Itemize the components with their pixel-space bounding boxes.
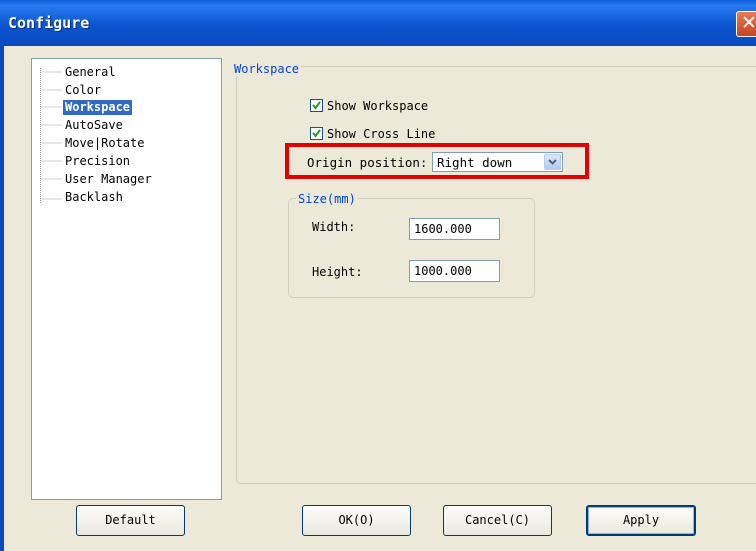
show-workspace-checkbox[interactable]: [310, 99, 323, 112]
tree-item-label: User Manager: [65, 172, 152, 186]
tree-item-label: General: [65, 65, 116, 79]
tree-item-label: Workspace: [63, 100, 133, 115]
width-value: 1600.000: [414, 222, 472, 236]
tree-item-label: Color: [65, 83, 102, 97]
height-value: 1000.000: [414, 264, 472, 278]
tree-item-label: AutoSave: [65, 118, 123, 132]
configure-dialog: Configure ✕ General Color Workspace Auto…: [0, 0, 756, 551]
show-workspace-label[interactable]: Show Workspace: [327, 99, 428, 113]
origin-position-select[interactable]: Right down: [432, 152, 563, 172]
chevron-down-icon: [548, 159, 557, 165]
origin-position-value: Right down: [437, 155, 513, 170]
width-label: Width:: [312, 220, 356, 234]
tree-item-label: Backlash: [65, 190, 123, 204]
width-input[interactable]: 1600.000: [409, 218, 500, 240]
tree-item-label: Move|Rotate: [65, 136, 145, 150]
close-button[interactable]: ✕: [736, 11, 756, 37]
tree-connector-lines: [40, 68, 62, 204]
checkmark-icon: [312, 129, 321, 138]
apply-button[interactable]: Apply: [586, 505, 696, 536]
default-button[interactable]: Default: [76, 505, 185, 536]
show-cross-line-label[interactable]: Show Cross Line: [327, 127, 435, 141]
checkmark-icon: [312, 101, 321, 110]
ok-button[interactable]: OK(O): [302, 505, 411, 536]
tree-item-label: Precision: [65, 154, 131, 168]
close-icon: ✕: [741, 12, 756, 34]
height-label: Height:: [312, 265, 363, 279]
cancel-button[interactable]: Cancel(C): [443, 505, 552, 536]
category-tree[interactable]: General Color Workspace AutoSave Move|Ro…: [31, 58, 222, 500]
height-input[interactable]: 1000.000: [409, 260, 500, 282]
dropdown-button[interactable]: [544, 154, 561, 170]
window-title: Configure: [8, 14, 90, 32]
title-bar[interactable]: Configure ✕: [0, 0, 756, 46]
window-frame-left: [0, 46, 4, 551]
origin-position-label: Origin position:: [307, 155, 428, 170]
size-group: [288, 198, 535, 298]
size-group-title: Size(mm): [296, 192, 358, 206]
show-cross-line-checkbox[interactable]: [310, 127, 323, 140]
workspace-group-title: Workspace: [232, 62, 302, 76]
